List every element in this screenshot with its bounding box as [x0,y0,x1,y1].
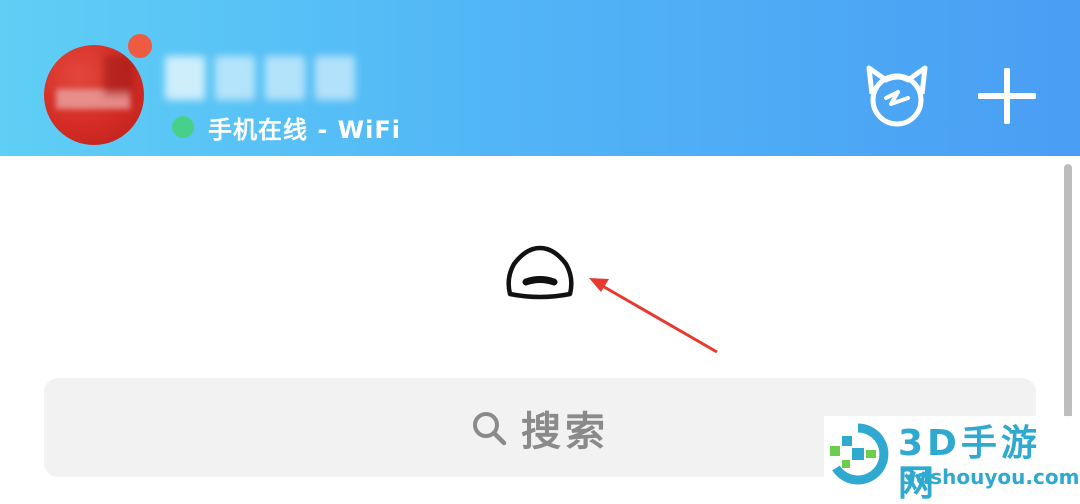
online-status-text: 手机在线 - WiFi [208,115,401,144]
watermark-logo-icon [830,423,889,485]
search-label: 搜索 [521,408,609,455]
watermark-url: 3dshouyou.com [902,465,1080,489]
online-status-dot [172,116,194,138]
online-status[interactable]: 手机在线 - WiFi [172,112,401,144]
nickname-blur-block [215,56,255,100]
nickname-blur-block [265,56,305,100]
avatar[interactable] [44,45,144,145]
collapse-handle-icon[interactable] [504,244,576,304]
search-icon [473,411,507,445]
notification-dot [128,34,152,58]
nickname-blur-block [165,56,205,100]
watermark: 3D手游网 3dshouyou.com [824,416,1080,504]
nickname-blur-block [315,56,355,100]
scrollbar[interactable] [1064,164,1072,419]
header-bar: 手机在线 - WiFi [0,0,1080,156]
avatar-blur-overlay-2 [104,55,134,95]
cat-face-icon[interactable] [864,64,930,128]
annotation-arrow [589,278,718,354]
watermark-title: 3D手游网 [898,423,1041,504]
nickname-blurred[interactable] [165,56,355,100]
plus-icon[interactable] [978,68,1036,124]
